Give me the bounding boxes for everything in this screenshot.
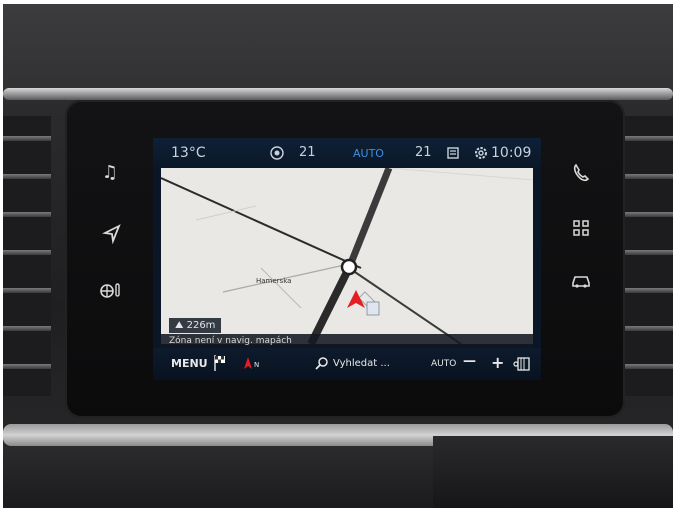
- chrome-trim-top: [3, 88, 673, 100]
- clock: 10:09: [491, 145, 532, 161]
- car-dashboard-photo: ♫ 13°C 21 AUTO 21 10:09 Hamerska ⛰ 226m …: [3, 4, 673, 508]
- north-up-icon[interactable]: N: [243, 356, 261, 373]
- search-icon[interactable]: [315, 356, 329, 373]
- air-vent-right: [625, 116, 673, 396]
- climate-icon[interactable]: [99, 280, 125, 306]
- fan-speed-icon[interactable]: [269, 145, 285, 165]
- map-place-label: Hamerska: [256, 277, 292, 285]
- infotainment-screen: 13°C 21 AUTO 21 10:09 Hamerska ⛰ 226m Zó…: [153, 138, 541, 380]
- navigation-icon[interactable]: [99, 222, 125, 248]
- climate-auto-label[interactable]: AUTO: [353, 147, 384, 160]
- fan-value-left: 21: [299, 145, 316, 160]
- map-coverage-notice: Zóna není v navig. mapách: [161, 334, 533, 348]
- car-icon[interactable]: [568, 270, 594, 296]
- fan-value-right: 21: [415, 145, 432, 160]
- center-console: [433, 436, 673, 508]
- navigation-bottom-bar: MENU N Vyhledat ... AUTO — +: [153, 348, 541, 380]
- navigation-map[interactable]: Hamerska ⛰ 226m: [161, 168, 533, 344]
- mountain-icon: ⛰: [175, 320, 184, 331]
- map-view-icon[interactable]: [513, 356, 531, 375]
- zoom-auto-button[interactable]: AUTO: [431, 359, 456, 369]
- status-bar: 13°C 21 AUTO 21 10:09: [153, 138, 541, 168]
- apps-grid-icon[interactable]: [568, 218, 594, 244]
- svg-text:N: N: [254, 361, 259, 369]
- distance-indicator: ⛰ 226m: [169, 318, 222, 333]
- search-field[interactable]: Vyhledat ...: [333, 358, 390, 369]
- phone-icon[interactable]: [568, 162, 594, 188]
- music-icon[interactable]: ♫: [97, 160, 123, 186]
- distance-value: 226m: [186, 320, 216, 331]
- destination-flag-icon[interactable]: [213, 354, 227, 375]
- settings-gear-icon[interactable]: [473, 145, 489, 165]
- dashboard-top: [3, 4, 673, 94]
- air-vent-left: [3, 116, 51, 396]
- menu-button[interactable]: MENU: [171, 357, 208, 370]
- zoom-in-button[interactable]: +: [491, 353, 504, 372]
- zoom-out-button[interactable]: —: [463, 354, 476, 369]
- seat-heating-icon[interactable]: [445, 145, 461, 165]
- temperature-left[interactable]: 13°C: [171, 145, 206, 161]
